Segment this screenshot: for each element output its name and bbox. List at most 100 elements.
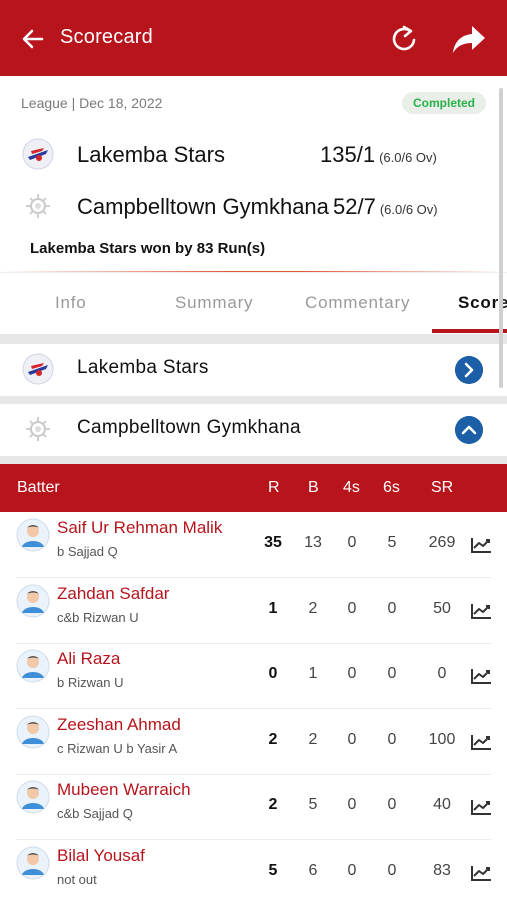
header-fours: 4s (343, 479, 360, 496)
team-score: 135/1 (6.0/6 Ov) (320, 142, 437, 168)
sixes-value: 0 (387, 861, 397, 879)
header-strike-rate: SR (431, 479, 454, 496)
dismissal-text: b Rizwan U (57, 675, 124, 690)
campbelltown-gymkhana-logo-icon (26, 417, 50, 441)
innings-team-name: Lakemba Stars (77, 357, 209, 378)
strike-rate-value: 40 (433, 796, 451, 813)
runs-value: 5 (268, 861, 278, 879)
app-bar: Scorecard (0, 0, 507, 76)
dismissal-text: c&b Rizwan U (57, 609, 139, 625)
runs-value: 2 (268, 796, 278, 813)
scrollbar[interactable] (499, 88, 503, 388)
player-avatar-icon (16, 715, 50, 748)
header-runs: R (268, 479, 280, 496)
header-batter: Batter (17, 479, 60, 496)
balls-value: 1 (308, 665, 318, 682)
tab-bar: Info Summary Commentary Score (0, 272, 507, 334)
share-icon[interactable] (452, 24, 486, 54)
page-title: Scorecard (60, 26, 153, 48)
header-balls: B (308, 479, 319, 496)
refresh-icon[interactable] (388, 22, 420, 56)
batter-name[interactable]: Ali Raza (57, 649, 120, 669)
status-badge: Completed (402, 92, 486, 114)
player-avatar-icon (16, 846, 50, 879)
tab-info[interactable]: Info (55, 293, 87, 313)
lakemba-stars-logo-icon (22, 353, 54, 385)
section-separator (0, 334, 507, 344)
batter-name[interactable]: Bilal Yousaf (57, 846, 145, 866)
team-name: Lakemba Stars (77, 142, 225, 167)
match-meta: League | Dec 18, 2022 (21, 95, 163, 111)
lakemba-stars-logo-icon (22, 138, 54, 170)
innings-team-name: Campbelltown Gymkhana (77, 417, 301, 438)
chart-line-icon[interactable] (470, 733, 492, 751)
innings-header-lakemba-stars[interactable]: Lakemba Stars (0, 344, 507, 396)
player-avatar-icon (16, 584, 50, 617)
chevron-right-icon[interactable] (455, 356, 483, 384)
player-avatar-icon (16, 518, 50, 552)
campbelltown-gymkhana-logo-icon (26, 194, 50, 218)
sixes-value: 0 (387, 599, 397, 617)
dismissal-text: b Sajjad Q (57, 544, 118, 559)
team-score: 52/7 (6.0/6 Ov) (333, 194, 438, 220)
runs-value: 2 (268, 730, 278, 748)
arrow-left-icon[interactable] (18, 24, 48, 54)
balls-value: 2 (308, 599, 318, 617)
sixes-value: 5 (387, 534, 397, 551)
team-score-row: Campbelltown Gymkhana 52/7 (6.0/6 Ov) (0, 188, 507, 228)
overs-value: (6.0/6 Ov) (379, 150, 437, 165)
fours-value: 0 (347, 665, 357, 682)
runs-value: 0 (268, 665, 278, 682)
dismissal-text: c&b Sajjad Q (57, 806, 133, 821)
sixes-value: 0 (387, 665, 397, 682)
fours-value: 0 (347, 599, 357, 617)
table-row[interactable]: Mubeen Warraich c&b Sajjad Q 2 5 0 0 40 (0, 774, 507, 840)
tab-commentary[interactable]: Commentary (305, 293, 410, 313)
balls-value: 2 (308, 730, 318, 748)
section-separator (0, 456, 507, 464)
team-name: Campbelltown Gymkhana (77, 194, 329, 219)
table-row[interactable]: Saif Ur Rehman Malik b Sajjad Q 35 13 0 5 269 (0, 512, 507, 578)
player-avatar-icon (16, 649, 50, 683)
chart-line-icon[interactable] (470, 536, 492, 554)
innings-header-campbelltown-gymkhana[interactable]: Campbelltown Gymkhana (0, 404, 507, 456)
strike-rate-value: 0 (437, 665, 447, 682)
chart-line-icon[interactable] (470, 667, 492, 685)
strike-rate-value: 50 (433, 599, 451, 617)
overs-value: (6.0/6 Ov) (379, 202, 438, 217)
balls-value: 13 (304, 534, 322, 551)
chevron-up-icon[interactable] (455, 416, 483, 444)
balls-value: 6 (308, 861, 318, 879)
strike-rate-value: 100 (428, 730, 456, 748)
chart-line-icon[interactable] (470, 602, 492, 620)
batter-name[interactable]: Mubeen Warraich (57, 780, 191, 800)
tab-summary[interactable]: Summary (175, 293, 253, 313)
batting-table-header: Batter R B 4s 6s SR (0, 464, 507, 512)
batter-name[interactable]: Saif Ur Rehman Malik (57, 518, 222, 538)
batter-name[interactable]: Zahdan Safdar (57, 584, 169, 604)
score-value: 135/1 (320, 142, 376, 167)
section-separator (0, 396, 507, 404)
active-tab-indicator (432, 329, 507, 333)
balls-value: 5 (308, 796, 318, 813)
score-value: 52/7 (333, 194, 376, 219)
player-avatar-icon (16, 780, 50, 814)
table-row[interactable]: Zeeshan Ahmad c Rizwan U b Yasir A 2 2 0 0 100 (0, 709, 507, 775)
match-result: Lakemba Stars won by 83 Run(s) (30, 240, 266, 257)
fours-value: 0 (347, 534, 357, 551)
dismissal-text: c Rizwan U b Yasir A (57, 740, 178, 756)
chart-line-icon[interactable] (470, 864, 492, 882)
table-row[interactable]: Ali Raza b Rizwan U 0 1 0 0 0 (0, 643, 507, 709)
sixes-value: 0 (387, 730, 397, 748)
runs-value: 1 (268, 599, 278, 617)
chart-line-icon[interactable] (470, 798, 492, 816)
runs-value: 35 (264, 534, 282, 551)
batter-name[interactable]: Zeeshan Ahmad (57, 715, 181, 735)
table-row[interactable]: Bilal Yousaf not out 5 6 0 0 83 (0, 840, 507, 900)
team-score-row: Lakemba Stars 135/1 (6.0/6 Ov) (0, 136, 507, 176)
strike-rate-value: 269 (428, 534, 456, 551)
sixes-value: 0 (387, 796, 397, 813)
dismissal-text: not out (57, 871, 97, 887)
table-row[interactable]: Zahdan Safdar c&b Rizwan U 1 2 0 0 50 (0, 578, 507, 644)
strike-rate-value: 83 (433, 861, 451, 879)
